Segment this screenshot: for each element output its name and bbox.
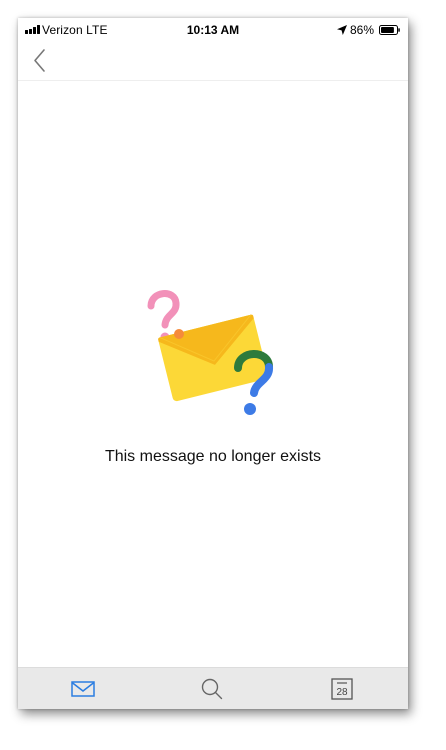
phone-screen: Verizon LTE 10:13 AM 86% This message no… (18, 18, 408, 709)
calendar-icon: 28 (331, 678, 353, 700)
location-arrow-icon (337, 25, 347, 35)
tab-calendar[interactable]: 28 (312, 668, 372, 709)
search-icon (201, 678, 223, 700)
orange-dot-icon (174, 329, 184, 339)
chevron-left-icon (34, 49, 45, 72)
tab-mail[interactable] (53, 668, 113, 709)
calendar-day-number: 28 (336, 687, 348, 698)
back-button[interactable] (30, 46, 50, 76)
status-bar: Verizon LTE 10:13 AM 86% (18, 18, 408, 42)
bottom-tab-bar: 28 (18, 667, 408, 709)
screenshot-page: Verizon LTE 10:13 AM 86% This message no… (0, 0, 446, 750)
tab-search[interactable] (182, 668, 242, 709)
message-not-found-text: This message no longer exists (104, 448, 322, 465)
battery-icon (379, 25, 400, 35)
message-content-area: This message no longer exists (18, 81, 408, 667)
mail-icon (71, 681, 95, 697)
battery-percent: 86% (350, 23, 375, 37)
envelope-question-marks-illustration (147, 290, 273, 415)
navigation-header (18, 42, 408, 81)
